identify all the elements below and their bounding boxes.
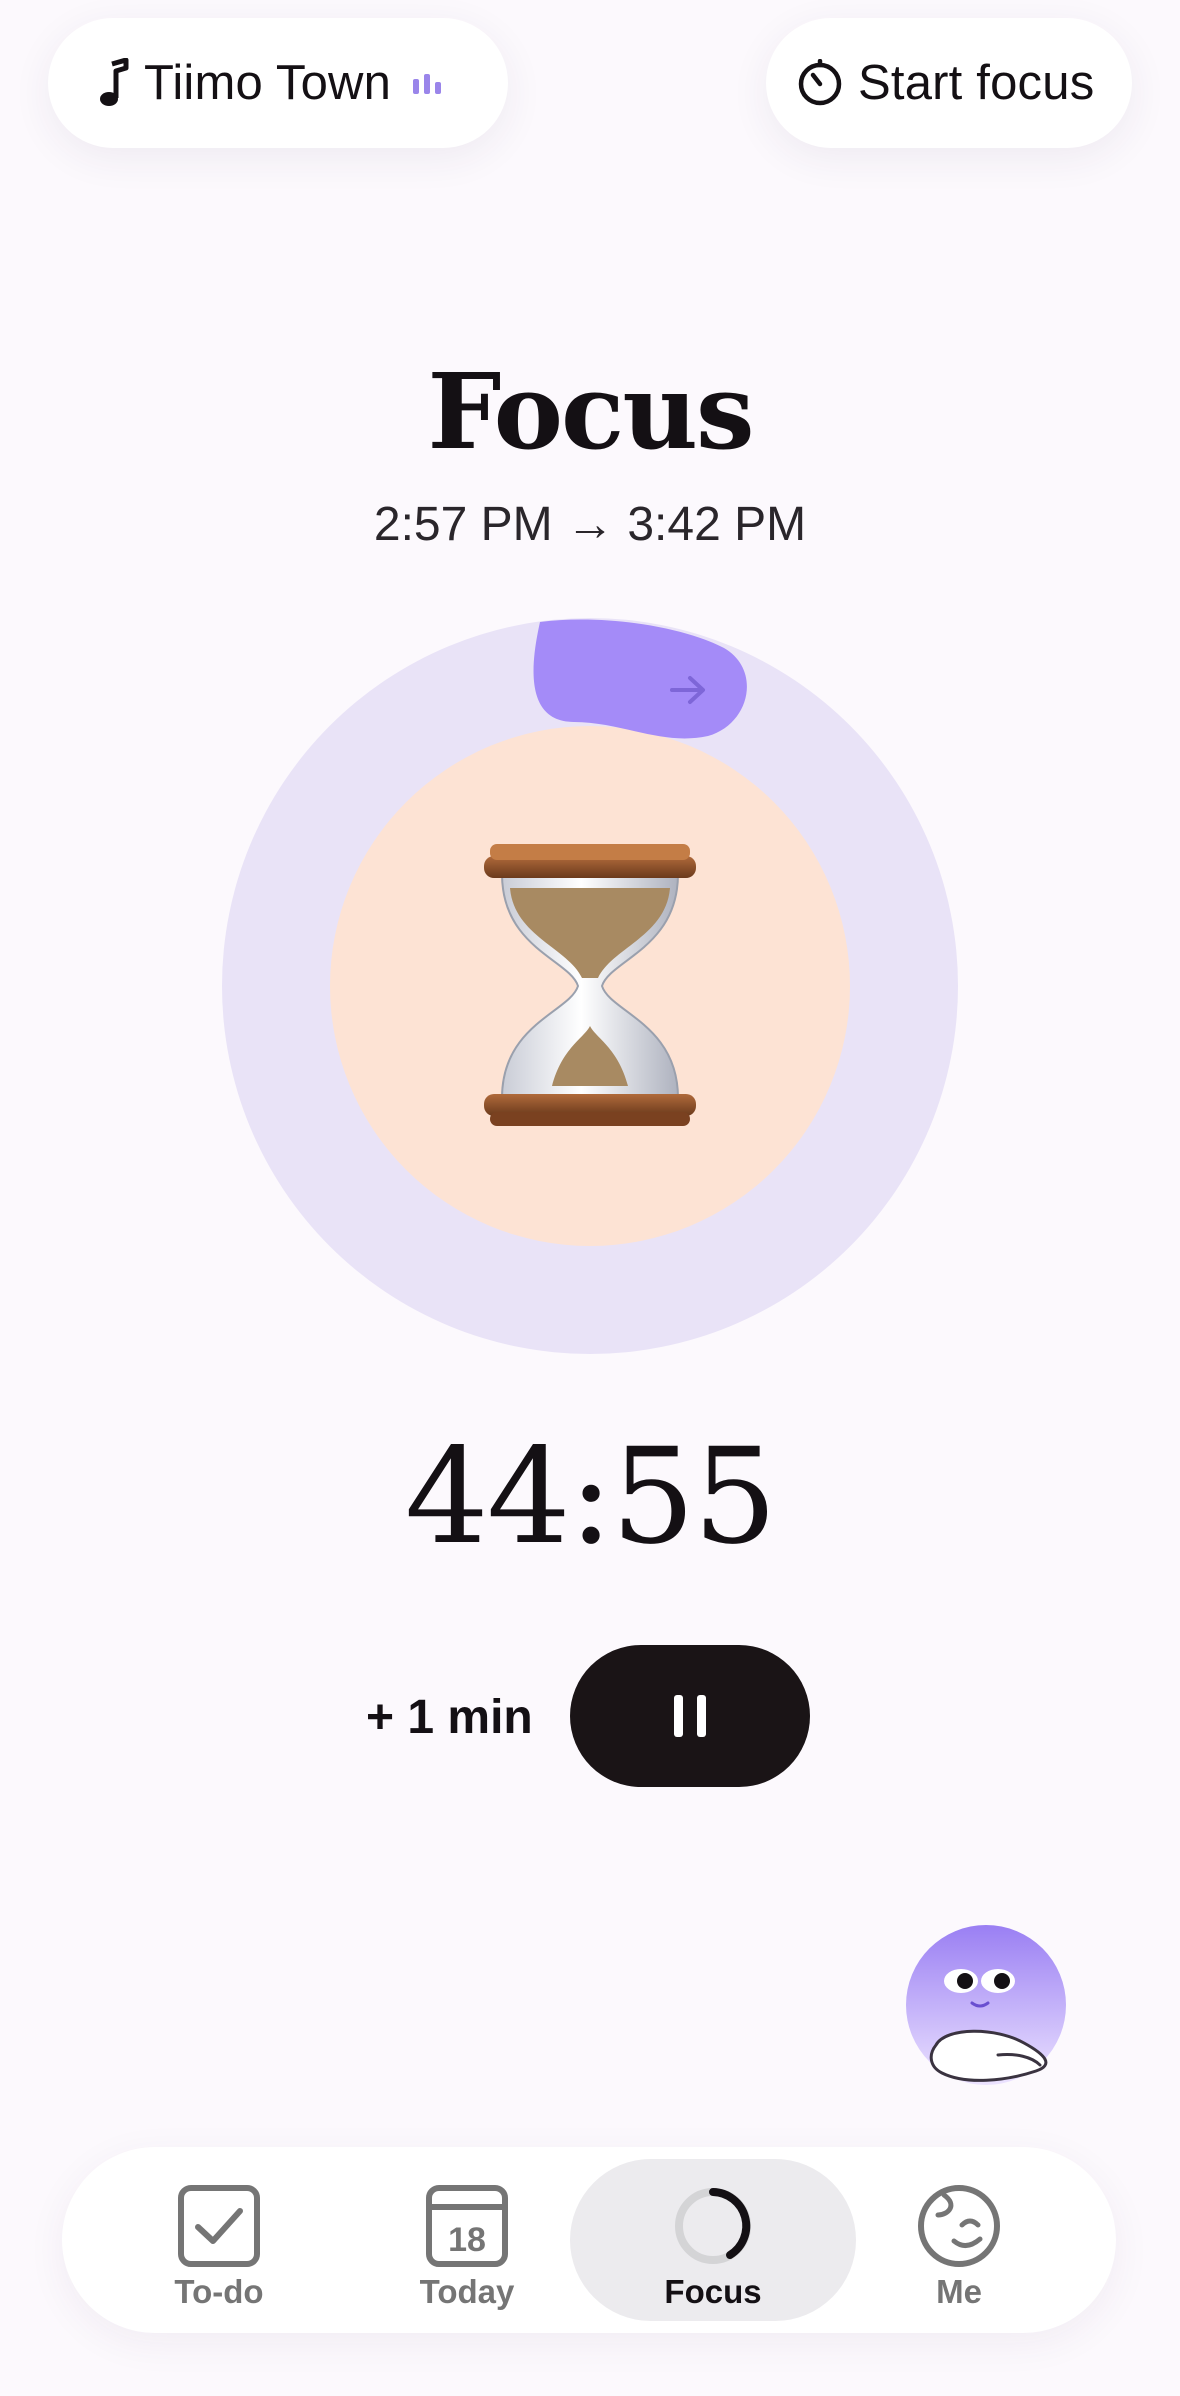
add-minute-button[interactable]: + 1 min — [366, 1690, 533, 1745]
start-time: 2:57 PM — [373, 498, 553, 551]
tab-me[interactable]: Me — [816, 2159, 1102, 2321]
calendar-day-number: 18 — [448, 2221, 486, 2259]
tab-to-do[interactable]: To-do — [76, 2159, 362, 2321]
music-player-pill[interactable]: Tiimo Town — [48, 18, 508, 148]
tab-today[interactable]: 18 Today — [324, 2159, 610, 2321]
end-time: 3:42 PM — [627, 498, 807, 551]
hourglass-icon — [484, 844, 696, 1126]
timer-icon — [798, 59, 842, 106]
music-note-icon — [100, 58, 129, 106]
focus-ring-icon — [675, 2188, 751, 2264]
start-focus-label: Start focus — [858, 56, 1095, 110]
time-range: 2:57 PM → 3:42 PM — [0, 497, 1180, 552]
countdown-timer: 44:55 — [404, 1420, 777, 1574]
calendar-icon: 18 — [426, 2185, 508, 2267]
tab-focus[interactable]: Focus — [570, 2159, 856, 2321]
start-focus-button[interactable]: Start focus — [766, 18, 1132, 148]
focus-progress-ring — [222, 618, 958, 1354]
bottom-tab-bar: To-do 18 Today Focus Me — [62, 2147, 1116, 2333]
tab-label: Today — [419, 2273, 515, 2310]
equalizer-icon — [413, 72, 442, 94]
face-icon — [918, 2185, 1000, 2267]
page-title: Focus — [427, 350, 754, 473]
buddy-avatar-icon[interactable] — [906, 1925, 1076, 2095]
tab-label: Me — [936, 2273, 982, 2310]
tab-label: To-do — [174, 2273, 264, 2310]
checkbox-icon — [178, 2185, 260, 2267]
pause-button[interactable] — [570, 1645, 810, 1787]
tab-label: Focus — [664, 2273, 762, 2310]
pause-icon — [674, 1695, 706, 1737]
music-track-label: Tiimo Town — [144, 56, 392, 110]
arrow-icon: → — [566, 498, 614, 551]
